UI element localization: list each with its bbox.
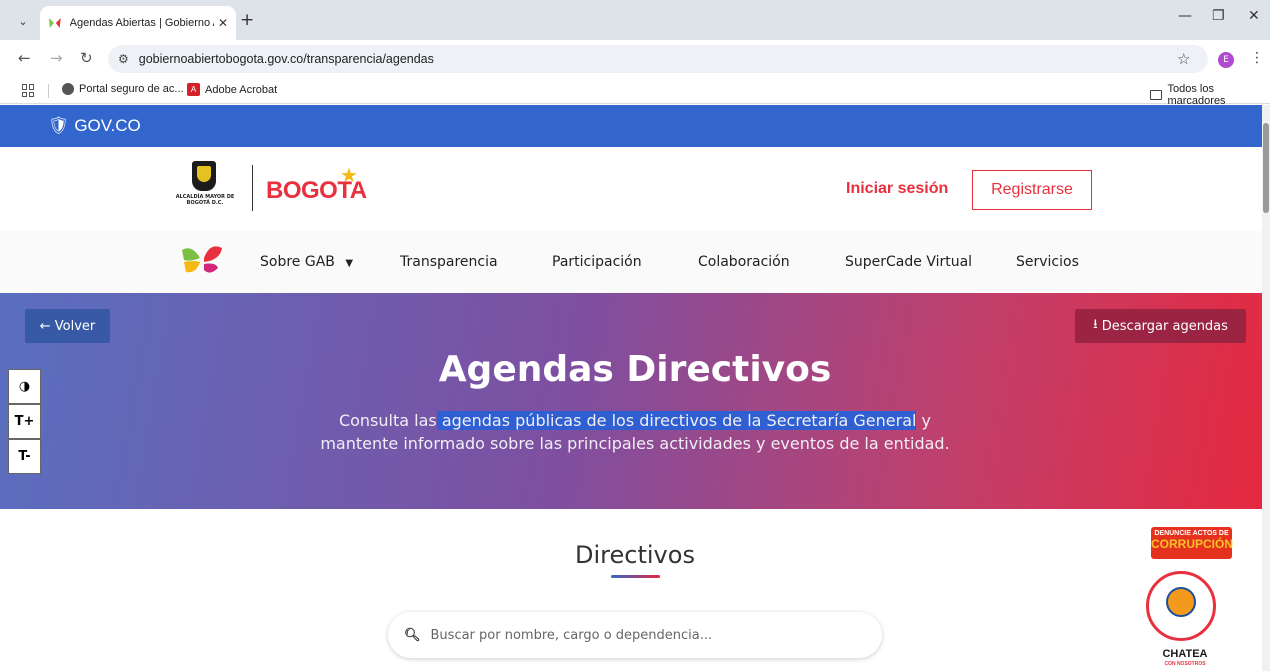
nav-transparencia[interactable]: Transparencia [400,254,498,270]
corruption-line1: DENUNCIE ACTOS DE [1154,530,1229,537]
directivos-section: Directivos 🔍︎ DENUNCIE ACTOS DE CORRUPCI… [0,509,1262,671]
butterfly-favicon-icon [48,18,61,28]
gab-butterfly-logo[interactable] [180,246,224,276]
register-button[interactable]: Registrarse [972,170,1092,210]
search-box[interactable]: 🔍︎ [388,612,882,658]
chat-label-line1: CHATEA [1162,648,1208,660]
minimize-icon[interactable]: — [1178,8,1192,24]
arrow-left-icon: ← [39,318,55,334]
text-increase-button[interactable]: T+ [8,404,41,439]
bookmark-star-icon[interactable]: ☆ [1177,50,1190,68]
alcaldia-logo[interactable]: ALCALDÍA MAYOR DE BOGOTÁ D.C. [172,161,238,215]
chat-label: CHATEA CON NOSOTROS [1150,649,1220,669]
menu-kebab-icon[interactable]: ⋮ [1250,50,1264,66]
subtitle-text-line2: mantente informado sobre las principales… [320,434,950,453]
site-settings-icon[interactable]: ⚙ [118,52,129,66]
site-header: ALCALDÍA MAYOR DE BOGOTÁ D.C. BOGOTA ★ I… [0,147,1262,231]
bookmarks-bar: Portal seguro de ac... A Adobe Acrobat T… [0,78,1270,107]
caret-down-icon: ▼ [345,258,354,269]
nav-colaboracion[interactable]: Colaboración [698,254,790,270]
main-navigation: Sobre GAB ▼ Transparencia Participación … [0,231,1262,293]
coat-of-arms-icon [192,161,216,191]
chatbot-icon [1166,587,1196,617]
url-text: gobiernoabiertobogota.gov.co/transparenc… [138,52,434,66]
bookmarks-divider [48,84,49,98]
hero-subtitle: Consulta las agendas públicas de los dir… [0,409,1262,455]
browser-toolbar: ← → ↻ ⚙ gobiernoabiertobogota.gov.co/tra… [0,40,1270,78]
restore-icon[interactable]: ❐ [1212,8,1225,24]
bookmark-portal-seguro[interactable]: Portal seguro de ac... [62,83,184,95]
browser-tab-strip: ⌄ Agendas Abiertas | Gobierno Ab ✕ + — ❐… [0,0,1270,40]
title-underline [611,575,660,578]
report-corruption-button[interactable]: DENUNCIE ACTOS DE CORRUPCIÓN [1151,527,1234,559]
tab-search-dropdown-icon[interactable]: ⌄ [10,9,36,33]
section-title: Directivos [575,541,695,569]
search-icon: 🔍︎ [404,627,421,643]
login-link[interactable]: Iniciar sesión [846,180,948,198]
star-icon: ★ [340,163,358,187]
folder-icon [1150,90,1163,100]
gov-co-bar: 🛡 GOV.CO [0,105,1262,147]
scrollbar-thumb[interactable] [1263,123,1269,213]
hero-banner: ← Volver ⭳ Descargar agendas Agendas Dir… [0,293,1262,509]
nav-servicios[interactable]: Servicios [1016,254,1079,270]
browser-tab-active[interactable]: Agendas Abiertas | Gobierno Ab ✕ [40,6,236,40]
text-decrease-button[interactable]: T- [8,439,41,474]
page-title: Agendas Directivos [438,349,832,390]
bookmark-label: Adobe Acrobat [205,83,278,96]
alcaldia-caption: ALCALDÍA MAYOR DE BOGOTÁ D.C. [175,194,235,206]
download-icon: ⭳ [1093,317,1102,332]
nav-label: Sobre GAB [260,254,335,270]
back-label: Volver [54,318,96,334]
back-arrow-icon[interactable]: ← [18,49,31,67]
back-button[interactable]: ← Volver [25,309,110,343]
bookmark-label: Portal seguro de ac... [79,83,184,95]
download-agendas-button[interactable]: ⭳ Descargar agendas [1075,309,1246,343]
gov-co-logo[interactable]: 🛡 GOV.CO [48,116,141,136]
reload-icon[interactable]: ↻ [80,49,93,67]
profile-avatar[interactable]: E [1218,52,1234,68]
butterfly-icon [182,246,222,273]
nav-participacion[interactable]: Participación [552,254,642,270]
logo-divider [252,165,253,211]
new-tab-button[interactable]: + [240,10,254,30]
all-bookmarks-folder[interactable]: Todos los marcadores [1150,83,1270,107]
tab-title: Agendas Abiertas | Gobierno Ab [69,17,214,29]
gov-co-logo-text: GOV.CO [74,116,141,135]
page-scrollbar[interactable] [1262,105,1270,671]
subtitle-text: y [916,411,932,430]
address-bar[interactable]: ⚙ gobiernoabiertobogota.gov.co/transpare… [108,45,1208,73]
apps-grid-icon[interactable] [22,84,35,97]
subtitle-text: Consulta las [338,411,437,430]
tab-close-icon[interactable]: ✕ [218,16,228,30]
search-input[interactable] [430,627,851,643]
chat-label-line2: CON NOSOTROS [1164,661,1206,667]
window-close-icon[interactable]: ✕ [1248,8,1260,24]
subtitle-highlighted-text: agendas públicas de los directivos de la… [436,411,917,430]
contrast-toggle-button[interactable]: ◑ [8,369,41,404]
bookmark-adobe-acrobat[interactable]: A Adobe Acrobat [187,83,277,96]
forward-arrow-icon[interactable]: → [50,49,63,67]
acrobat-icon: A [187,83,200,96]
chat-widget-button[interactable] [1146,571,1224,649]
all-bookmarks-label: Todos los marcadores [1167,83,1226,107]
nav-supercade-virtual[interactable]: SuperCade Virtual [845,254,972,270]
corruption-line2: CORRUPCIÓN [1151,537,1234,551]
nav-sobre-gab[interactable]: Sobre GAB ▼ [260,254,353,270]
download-label: Descargar agendas [1101,318,1228,334]
globe-icon [62,83,74,95]
web-page: 🛡 GOV.CO ALCALDÍA MAYOR DE BOGOTÁ D.C. B… [0,105,1262,671]
